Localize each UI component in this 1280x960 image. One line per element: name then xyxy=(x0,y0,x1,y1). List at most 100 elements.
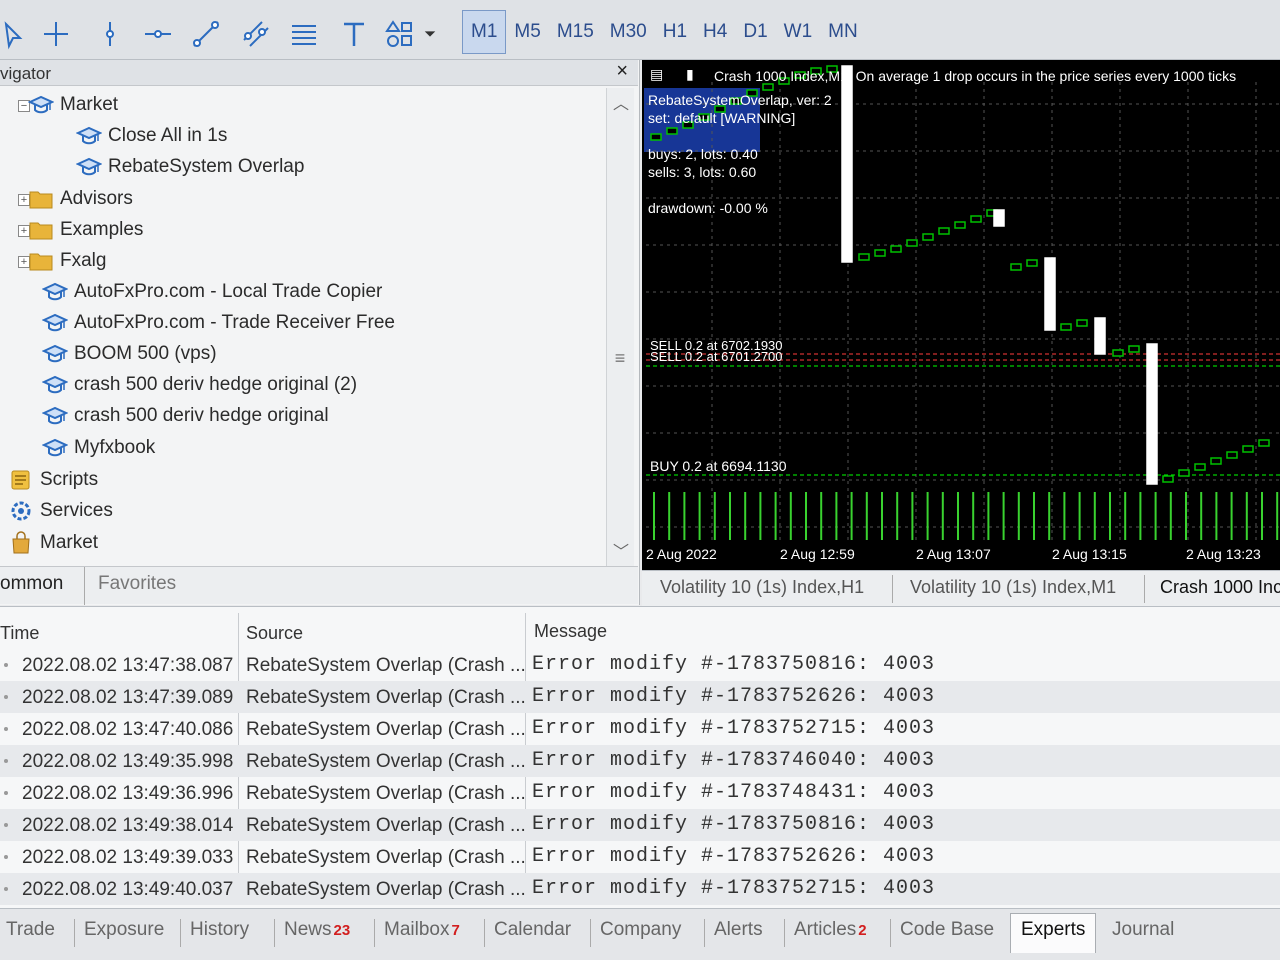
tab-label: Calendar xyxy=(494,919,572,940)
log-message: Error modify #-1783746040: 4003 xyxy=(532,749,936,772)
tab-divider xyxy=(890,919,891,947)
timeframe-m5[interactable]: M5 xyxy=(506,10,548,54)
toolbar: M1 M5 M15 M30 H1 H4 D1 W1 MN xyxy=(0,0,1280,60)
vertical-line-icon[interactable] xyxy=(90,14,130,54)
tab-company[interactable]: Company xyxy=(600,919,681,941)
equidistant-channel-icon[interactable] xyxy=(236,14,276,54)
navigator-item[interactable]: Advisors xyxy=(28,184,133,214)
chart-tab[interactable]: Volatility 10 (1s) Index,H1 xyxy=(660,577,864,598)
cursor-icon[interactable] xyxy=(0,14,34,54)
count-badge: 7 xyxy=(451,922,460,939)
bear-candle xyxy=(841,65,853,263)
bull-candle xyxy=(890,245,902,253)
navigator-item[interactable]: Market xyxy=(8,528,98,558)
log-time: 2022.08.02 13:49:39.033 xyxy=(22,847,234,868)
timeframe-mn[interactable]: MN xyxy=(820,10,866,54)
chart-tab[interactable]: Volatility 10 (1s) Index,M1 xyxy=(910,577,1116,598)
column-header-message[interactable]: Message xyxy=(534,621,607,642)
chart-canvas xyxy=(646,65,1280,540)
log-time: 2022.08.02 13:49:36.996 xyxy=(22,783,234,804)
tab-journal[interactable]: Journal xyxy=(1112,919,1174,941)
navigator-item[interactable]: Fxalg xyxy=(28,246,106,276)
log-row[interactable]: 2022.08.02 13:49:35.998 RebateSystem Over… xyxy=(0,745,1280,777)
chevron-down-icon[interactable] xyxy=(418,14,442,54)
navigator-item[interactable]: AutoFxPro.com - Trade Receiver Free xyxy=(42,308,395,338)
cap-icon xyxy=(42,280,68,304)
navigator-item[interactable]: BOOM 500 (vps) xyxy=(42,339,217,369)
timeframe-m1[interactable]: M1 xyxy=(462,10,507,54)
scroll-up-icon[interactable]: ︿ xyxy=(613,90,629,114)
tab-divider xyxy=(892,575,893,603)
bear-candle xyxy=(1044,257,1056,331)
tab-alerts[interactable]: Alerts xyxy=(714,919,763,941)
navigator-item-label: Fxalg xyxy=(60,250,107,271)
tab-code-base[interactable]: Code Base xyxy=(900,919,994,941)
price-chart[interactable]: ▤ ▮ Crash 1000 Index,M1: On average 1 dr… xyxy=(642,60,1280,570)
bull-candle xyxy=(1112,349,1124,357)
tab-history[interactable]: History xyxy=(190,919,249,941)
log-row[interactable]: 2022.08.02 13:47:38.087 RebateSystem Over… xyxy=(0,649,1280,681)
navigator-item[interactable]: crash 500 deriv hedge original xyxy=(42,401,329,431)
log-time: 2022.08.02 13:49:38.014 xyxy=(22,815,234,836)
shapes-icon[interactable] xyxy=(380,14,420,54)
tab-divider xyxy=(180,919,181,947)
tab-divider xyxy=(484,919,485,947)
close-icon[interactable]: × xyxy=(616,60,628,83)
log-row[interactable]: 2022.08.02 13:49:36.996 RebateSystem Over… xyxy=(0,777,1280,809)
navigator-item[interactable]: AutoFxPro.com - Local Trade Copier xyxy=(42,277,382,307)
timeframe-w1[interactable]: W1 xyxy=(776,10,821,54)
tab-news[interactable]: News 23 xyxy=(284,919,350,941)
log-source: RebateSystem Overlap (Crash ... xyxy=(246,815,526,836)
tab-favorites[interactable]: Favorites xyxy=(98,573,176,595)
tab-exposure[interactable]: Exposure xyxy=(84,919,164,941)
text-icon[interactable] xyxy=(334,14,374,54)
column-header-time[interactable]: Time xyxy=(0,623,39,644)
navigator-scrollbar[interactable]: ︿ ≡ ﹀ xyxy=(606,88,634,566)
timeframe-h1[interactable]: H1 xyxy=(655,10,695,54)
navigator-item[interactable]: Myfxbook xyxy=(42,433,155,463)
tab-mailbox[interactable]: Mailbox 7 xyxy=(384,919,460,941)
services-icon xyxy=(8,499,34,523)
fibonacci-icon[interactable] xyxy=(284,14,324,54)
timeframe-d1[interactable]: D1 xyxy=(735,10,775,54)
timeframe-h4[interactable]: H4 xyxy=(695,10,735,54)
navigator-item[interactable]: crash 500 deriv hedge original (2) xyxy=(42,370,357,400)
log-row[interactable]: 2022.08.02 13:47:40.086 RebateSystem Over… xyxy=(0,713,1280,745)
navigator-item[interactable]: Examples xyxy=(28,215,143,245)
tab-trade[interactable]: Trade xyxy=(6,919,55,941)
tab-experts[interactable]: Experts xyxy=(1010,913,1097,953)
tab-articles[interactable]: Articles 2 xyxy=(794,919,867,941)
ea-name: RebateSystemOverlap, ver: 2 xyxy=(648,92,832,108)
navigator-title: vigator xyxy=(0,64,52,83)
scroll-down-icon[interactable]: ﹀ xyxy=(613,538,629,562)
scroll-thumb[interactable]: ≡ xyxy=(610,348,630,378)
bull-candle xyxy=(1026,259,1038,267)
tab-calendar[interactable]: Calendar xyxy=(494,919,571,941)
log-level-icon xyxy=(4,791,8,795)
buy-order-label: BUY 0.2 at 6694.1130 xyxy=(650,458,787,474)
log-source: RebateSystem Overlap (Crash ... xyxy=(246,655,526,676)
crosshair-icon[interactable] xyxy=(36,14,76,54)
navigator-item[interactable]: Market xyxy=(28,90,118,120)
navigator-item[interactable]: RebateSystem Overlap xyxy=(76,152,304,182)
horizontal-line-icon[interactable] xyxy=(138,14,178,54)
log-row[interactable]: 2022.08.02 13:49:40.037 RebateSystem Over… xyxy=(0,873,1280,905)
navigator-item-label: RebateSystem Overlap xyxy=(108,156,305,177)
log-row[interactable]: 2022.08.02 13:49:39.033 RebateSystem Over… xyxy=(0,841,1280,873)
navigator-item[interactable]: Close All in 1s xyxy=(76,121,227,151)
tab-common[interactable]: ommon xyxy=(0,573,63,595)
timeframe-bar: M1 M5 M15 M30 H1 H4 D1 W1 MN xyxy=(462,10,866,54)
navigator-item[interactable]: Scripts xyxy=(8,465,98,495)
trendline-icon[interactable] xyxy=(186,14,226,54)
log-row[interactable]: 2022.08.02 13:47:39.089 RebateSystem Over… xyxy=(0,681,1280,713)
bull-candle xyxy=(666,127,678,135)
navigator-item[interactable]: Services xyxy=(8,496,113,526)
column-header-source[interactable]: Source xyxy=(246,623,303,644)
log-time: 2022.08.02 13:47:39.089 xyxy=(22,687,234,708)
time-label: 2 Aug 2022 xyxy=(646,546,717,562)
timeframe-m15[interactable]: M15 xyxy=(549,10,602,54)
log-row[interactable]: 2022.08.02 13:49:38.014 RebateSystem Over… xyxy=(0,809,1280,841)
timeframe-m30[interactable]: M30 xyxy=(602,10,655,54)
navigator-item-label: crash 500 deriv hedge original (2) xyxy=(74,374,358,395)
chart-tab-active[interactable]: Crash 1000 Inc xyxy=(1160,577,1280,598)
